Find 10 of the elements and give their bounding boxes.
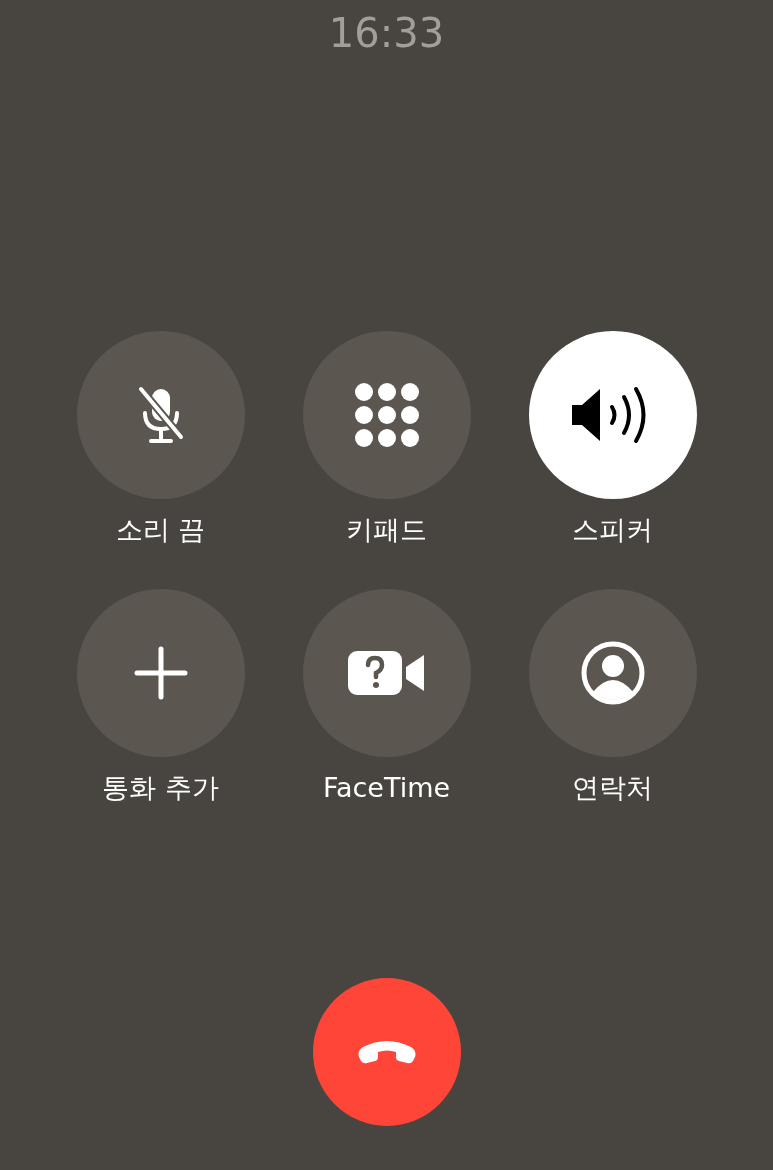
keypad-icon	[353, 382, 420, 448]
button-label: FaceTime	[322, 771, 451, 805]
button-label: 소리 끔	[115, 513, 206, 547]
button-label: 스피커	[572, 513, 653, 547]
button-label: 통화 추가	[102, 771, 219, 805]
person-icon	[579, 640, 646, 706]
plus-icon	[132, 645, 189, 701]
clock-time: 16:33	[328, 9, 445, 57]
button-label: 키패드	[346, 513, 427, 547]
button-label: 연락처	[572, 771, 653, 805]
